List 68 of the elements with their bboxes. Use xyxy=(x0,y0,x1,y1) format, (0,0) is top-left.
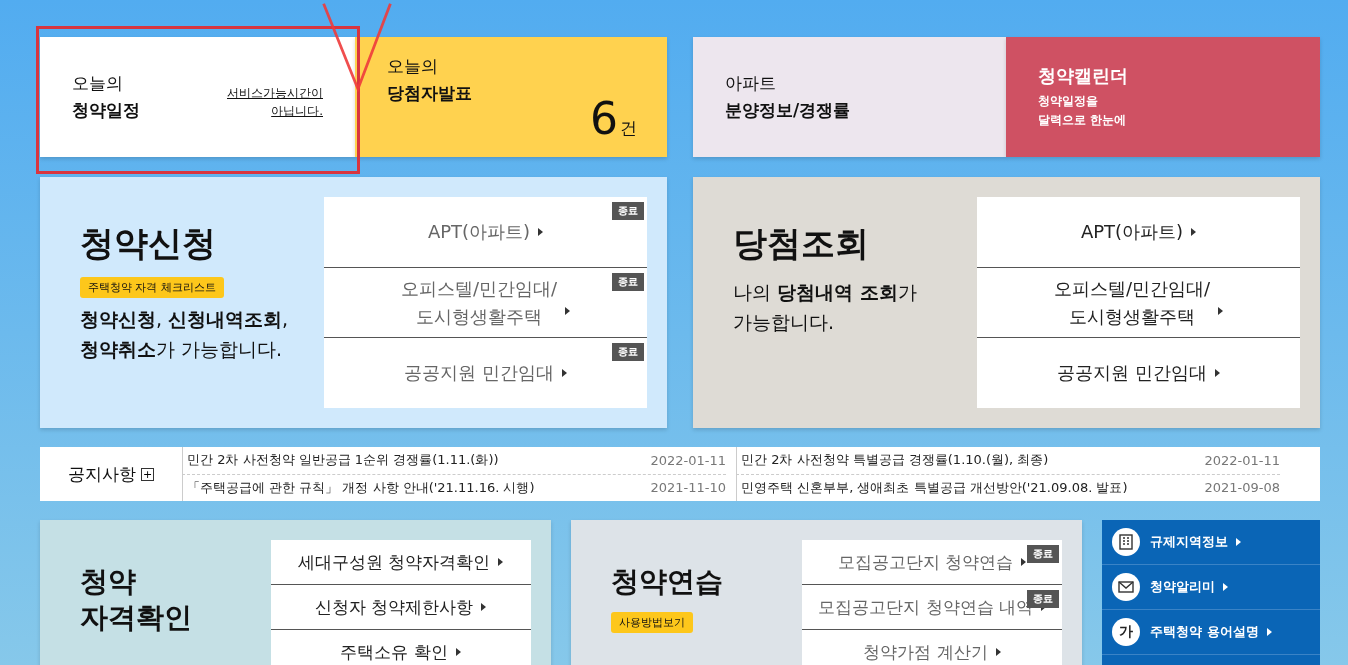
caret-icon xyxy=(561,369,567,378)
card-description: 청약일정을 달력으로 한눈에 xyxy=(1038,92,1128,129)
quick-link[interactable]: 규제지역정보 xyxy=(1102,520,1320,565)
caret-icon xyxy=(1191,227,1197,236)
menu-item[interactable]: APT(아파트) 종료 xyxy=(324,197,647,268)
menu-item[interactable]: 공공지원 민간임대 종료 xyxy=(324,338,647,408)
caret-icon xyxy=(498,558,504,566)
building-icon xyxy=(1112,528,1141,556)
card-subtitle: 오늘의 xyxy=(72,72,124,95)
menu-item[interactable]: APT(아파트) xyxy=(977,197,1300,268)
notice-link[interactable]: 민영주택 신혼부부, 생애최초 특별공급 개선방안('21.09.08. 발표) xyxy=(741,478,1128,497)
winners-card[interactable]: 오늘의 당첨자발표 6 건 xyxy=(355,37,667,157)
closed-badge: 종료 xyxy=(612,343,644,362)
count-number: 6 xyxy=(590,93,618,144)
caret-icon xyxy=(538,227,544,236)
notice-date: 2021-11-10 xyxy=(650,480,726,496)
caret-icon xyxy=(1214,369,1220,378)
quick-link[interactable]: 청약알리미 xyxy=(1102,565,1320,610)
service-hours-link[interactable]: 서비스가능시간이 아닙니다. xyxy=(227,84,323,120)
menu-item[interactable]: 청약가점 계산기 xyxy=(802,630,1063,665)
caret-icon xyxy=(1236,538,1242,546)
card-title: 분양정보/경쟁률 xyxy=(725,99,851,122)
notice-title: 공지사항 xyxy=(68,462,136,486)
card-title: 청약캘린더 xyxy=(1038,63,1128,88)
panel-title: 청약 자격확인 xyxy=(80,564,192,637)
panel-title: 청약연습 xyxy=(610,564,723,600)
closed-badge: 종료 xyxy=(612,272,644,291)
caret-icon xyxy=(1223,583,1229,591)
caret-icon xyxy=(481,603,487,611)
how-to-tag[interactable]: 사용방법보기 xyxy=(610,612,693,634)
count-unit: 건 xyxy=(620,118,637,138)
panel-description: 나의 당첨내역 조회가 가능합니다. xyxy=(733,280,918,336)
card-title: 당첨자발표 xyxy=(387,82,472,105)
schedule-card[interactable]: 오늘의 청약일정 서비스가능시간이 아닙니다. xyxy=(40,37,355,157)
notice-link[interactable]: 민간 2차 사전청약 일반공급 1순위 경쟁률(1.11.(화)) xyxy=(187,451,499,470)
panel-title: 당첨조회 xyxy=(733,222,869,265)
caret-icon xyxy=(1218,307,1224,316)
closed-badge: 종료 xyxy=(1027,590,1060,608)
menu-item[interactable]: 주택소유 확인 xyxy=(270,630,531,665)
menu-item[interactable]: 모집공고단지 청약연습 종료 xyxy=(802,540,1063,585)
card-subtitle: 오늘의 xyxy=(387,55,439,78)
closed-badge: 종료 xyxy=(612,202,644,220)
notice-date: 2021-09-08 xyxy=(1204,480,1280,496)
caret-icon xyxy=(565,307,571,316)
envelope-icon xyxy=(1112,573,1141,601)
caret-icon xyxy=(1266,628,1272,636)
menu-item[interactable]: 신청자 청약제한사항 xyxy=(270,585,531,630)
card-subtitle: 아파트 xyxy=(725,72,777,95)
menu-item[interactable]: 세대구성원 청약자격확인 xyxy=(270,540,531,585)
closed-badge: 종료 xyxy=(1027,545,1060,563)
notice-link[interactable]: 「주택공급에 관한 규칙」 개정 사항 안내('21.11.16. 시행) xyxy=(187,478,535,497)
apartment-info-card[interactable]: 아파트 분양정보/경쟁률 xyxy=(693,37,1006,157)
notice-date: 2022-01-11 xyxy=(650,452,726,468)
quick-link[interactable]: 가 주택청약 용어설명 xyxy=(1102,610,1320,655)
caret-icon xyxy=(455,648,461,656)
menu-item[interactable]: 오피스텔/민간임대/ 도시형생활주택 종료 xyxy=(324,267,647,339)
panel-description: 청약신청, 신청내역조회, 청약취소가 가능합니다. xyxy=(80,307,290,363)
more-button[interactable]: + xyxy=(141,467,154,481)
menu-item[interactable]: 공공지원 민간임대 xyxy=(977,338,1300,408)
card-title: 청약일정 xyxy=(72,99,140,122)
notice-link[interactable]: 민간 2차 사전청약 특별공급 경쟁률(1.10.(월), 최종) xyxy=(741,451,1049,470)
menu-item[interactable]: 오피스텔/민간임대/ 도시형생활주택 xyxy=(977,267,1300,339)
checklist-tag[interactable]: 주택청약 자격 체크리스트 xyxy=(80,277,224,298)
caret-icon xyxy=(995,648,1001,656)
calendar-card[interactable]: 청약캘린더 청약일정을 달력으로 한눈에 xyxy=(1006,37,1320,157)
letter-icon: 가 xyxy=(1112,618,1141,646)
notice-date: 2022-01-11 xyxy=(1204,452,1280,468)
panel-title: 청약신청 xyxy=(80,222,216,265)
